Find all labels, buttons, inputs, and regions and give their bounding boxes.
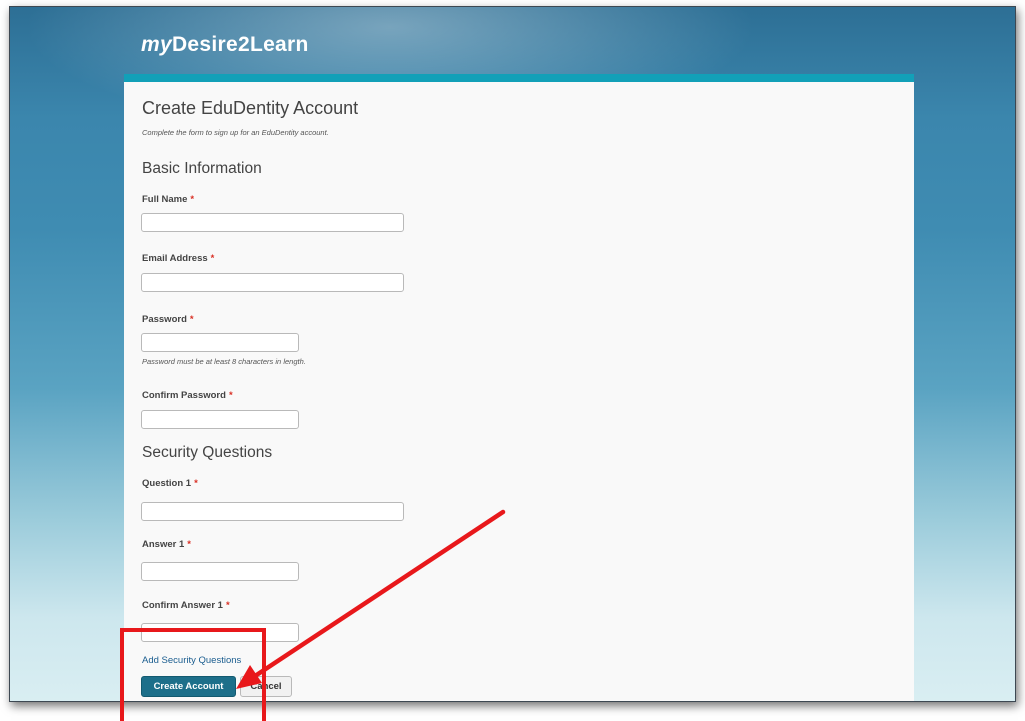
pointer-arrow-icon <box>236 509 506 689</box>
